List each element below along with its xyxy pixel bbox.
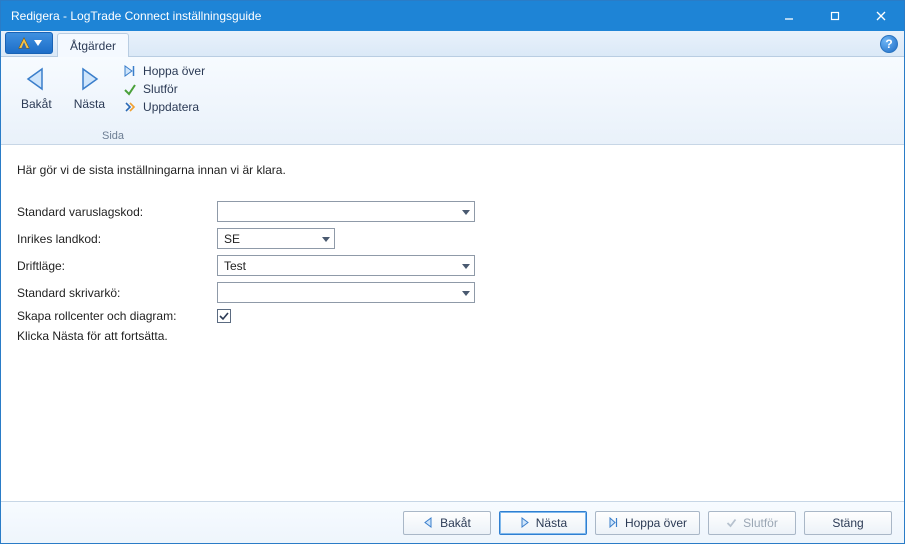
ribbon-back-label: Bakåt [21,97,52,111]
window-title: Redigera - LogTrade Connect inställnings… [11,9,766,23]
ribbon-refresh-button[interactable]: Uppdatera [117,99,211,115]
ribbon-next-label: Nästa [74,97,105,111]
check-icon [219,311,229,321]
titlebar: Redigera - LogTrade Connect inställnings… [1,1,904,31]
footer-note: Klicka Nästa för att fortsätta. [17,329,888,343]
check-icon [726,517,737,528]
footer-back-label: Bakåt [440,516,471,530]
tabstrip: Åtgärder ? [1,31,904,57]
minimize-button[interactable] [766,1,812,31]
field-warehouse: Standard varuslagskod: [17,201,888,222]
app-menu-button[interactable] [5,32,53,54]
close-button[interactable] [858,1,904,31]
ribbon-finish-button[interactable]: Slutför [117,81,211,97]
ribbon: Bakåt Nästa Hoppa över [1,57,904,145]
field-domestic-country: Inrikes landkod: SE [17,228,888,249]
field-printer-queue: Standard skrivarkö: [17,282,888,303]
chevron-down-icon [461,261,471,271]
domestic-country-label: Inrikes landkod: [17,232,217,246]
footer-close-label: Stäng [832,516,863,530]
skip-icon [608,517,619,528]
ribbon-finish-label: Slutför [143,82,178,96]
printer-queue-combo[interactable] [217,282,475,303]
ribbon-next-button[interactable]: Nästa [68,61,111,115]
tab-label: Åtgärder [70,39,116,53]
window-buttons [766,1,904,31]
rolecenter-checkbox[interactable] [217,309,231,323]
mode-combo[interactable]: Test [217,255,475,276]
ribbon-back-button[interactable]: Bakåt [15,61,58,115]
arrow-left-icon [22,65,50,93]
warehouse-label: Standard varuslagskod: [17,205,217,219]
footer-close-button[interactable]: Stäng [804,511,892,535]
refresh-icon [123,100,137,114]
arrow-left-icon [423,517,434,528]
ribbon-group-page: Bakåt Nästa Hoppa över [9,61,217,144]
field-rolecenter: Skapa rollcenter och diagram: [17,309,888,323]
footer-finish-label: Slutför [743,516,778,530]
footer-skip-button[interactable]: Hoppa över [595,511,700,535]
mode-value: Test [224,259,246,273]
rolecenter-label: Skapa rollcenter och diagram: [17,309,217,323]
chevron-down-icon [461,207,471,217]
content-area: Här gör vi de sista inställningarna inna… [1,145,904,501]
chevron-down-icon [321,234,331,244]
domestic-country-value: SE [224,232,240,246]
footer: Bakåt Nästa Hoppa över Slutför Stäng [1,501,904,543]
domestic-country-combo[interactable]: SE [217,228,335,249]
skip-icon [123,64,137,78]
printer-queue-label: Standard skrivarkö: [17,286,217,300]
intro-text: Här gör vi de sista inställningarna inna… [17,163,888,177]
footer-next-label: Nästa [536,516,567,530]
footer-skip-label: Hoppa över [625,516,687,530]
check-icon [123,82,137,96]
ribbon-refresh-label: Uppdatera [143,100,199,114]
ribbon-skip-button[interactable]: Hoppa över [117,63,211,79]
warehouse-combo[interactable] [217,201,475,222]
ribbon-group-label: Sida [15,130,211,144]
arrow-right-icon [75,65,103,93]
mode-label: Driftläge: [17,259,217,273]
app-logo-icon [17,36,31,50]
field-mode: Driftläge: Test [17,255,888,276]
arrow-right-icon [519,517,530,528]
maximize-button[interactable] [812,1,858,31]
footer-back-button[interactable]: Bakåt [403,511,491,535]
help-icon: ? [885,37,892,51]
chevron-down-icon [34,40,42,46]
tab-actions[interactable]: Åtgärder [57,33,129,57]
footer-next-button[interactable]: Nästa [499,511,587,535]
ribbon-skip-label: Hoppa över [143,64,205,78]
footer-finish-button[interactable]: Slutför [708,511,796,535]
chevron-down-icon [461,288,471,298]
help-button[interactable]: ? [880,35,898,53]
